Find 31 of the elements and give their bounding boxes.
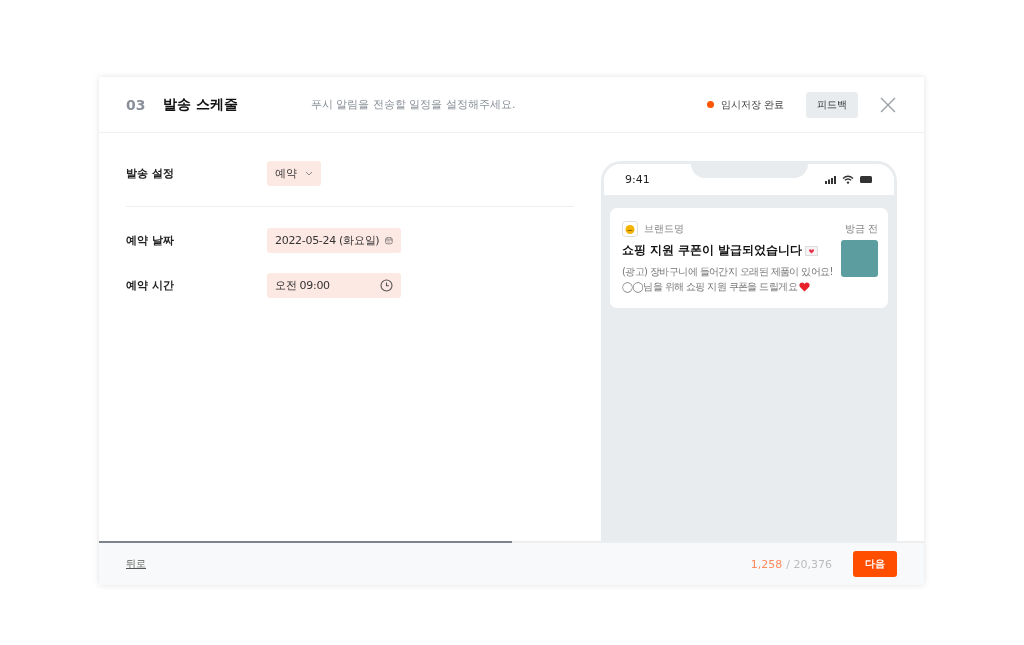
feedback-button[interactable]: 피드백 bbox=[806, 91, 858, 118]
brand-name: 브랜드명 bbox=[644, 222, 684, 236]
clock-icon bbox=[380, 278, 393, 292]
back-link[interactable]: 뒤로 bbox=[126, 557, 146, 571]
status-dot bbox=[706, 101, 714, 108]
close-icon[interactable] bbox=[880, 96, 896, 113]
step-number: 03 bbox=[126, 96, 147, 113]
modal-title: 발송 스케줄 bbox=[163, 95, 239, 114]
wifi-icon bbox=[842, 175, 854, 184]
status-time: 9:41 bbox=[625, 173, 650, 186]
modal-description: 푸시 알림을 전송할 일정을 설정해주세요. bbox=[311, 97, 516, 112]
product-image-placeholder bbox=[841, 240, 878, 277]
time-field[interactable]: 오전 09:00 bbox=[267, 272, 401, 298]
battery-icon bbox=[860, 176, 872, 183]
field-label: 발송 설정 bbox=[126, 165, 175, 181]
save-status: 임시저장 완료 bbox=[720, 97, 784, 112]
chevron-down-icon bbox=[305, 170, 313, 176]
envelope-heart-icon bbox=[805, 245, 818, 256]
field-label: 예약 날짜 bbox=[126, 232, 175, 248]
field-label: 예약 시간 bbox=[126, 277, 175, 293]
notification-title: 쇼핑 지원 쿠폰이 발급되었습니다 bbox=[622, 243, 802, 258]
notification-body: ◯◯님을 위해 쇼핑 지원 쿠폰을 드릴게요 bbox=[622, 280, 798, 294]
total-count: / 20,376 bbox=[786, 557, 832, 571]
heart-icon bbox=[799, 281, 811, 292]
signal-icon bbox=[825, 175, 836, 184]
notification-body: (광고) 장바구니에 들어간지 오래된 제품이 있어요! bbox=[622, 265, 833, 279]
select-dropdown[interactable]: 예약 bbox=[267, 160, 321, 186]
date-field[interactable]: 2022-05-24 (화요일) bbox=[267, 227, 401, 253]
notification-time: 방금 전 bbox=[844, 222, 878, 236]
brand-logo-icon bbox=[622, 221, 638, 237]
used-count: 1,258 bbox=[750, 557, 783, 571]
